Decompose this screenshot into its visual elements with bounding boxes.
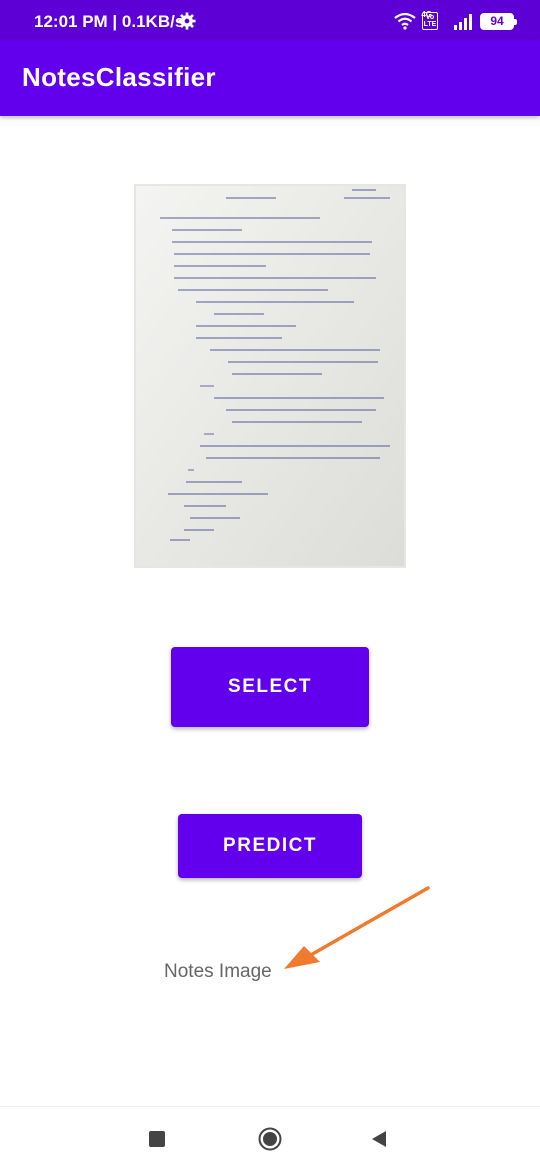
battery-level: 94 bbox=[490, 14, 504, 28]
status-time: 12:01 PM | 0.1KB/s bbox=[34, 12, 185, 31]
wifi-icon bbox=[394, 12, 416, 30]
app-bar: NotesClassifier bbox=[0, 40, 540, 116]
signal-icon bbox=[454, 14, 472, 30]
navigation-bar bbox=[0, 1106, 540, 1171]
select-button[interactable]: SELECT bbox=[171, 647, 369, 727]
home-icon[interactable] bbox=[258, 1127, 282, 1151]
gear-icon bbox=[178, 12, 196, 30]
app-title: NotesClassifier bbox=[22, 62, 216, 92]
network-type: 4G bbox=[421, 10, 432, 19]
notes-image-caption: Notes Image bbox=[164, 961, 272, 982]
arrow-annotation-icon bbox=[284, 886, 430, 969]
predict-button[interactable]: PREDICT bbox=[178, 814, 362, 878]
recent-apps-icon[interactable] bbox=[149, 1131, 165, 1147]
status-icons: Vo LTE 4G 94 bbox=[394, 10, 517, 31]
battery-icon: 94 bbox=[480, 12, 517, 30]
back-icon[interactable] bbox=[370, 1129, 388, 1149]
status-bar: 12:01 PM | 0.1KB/s Vo LTE 4G 94 bbox=[0, 0, 540, 40]
notes-image bbox=[134, 184, 406, 568]
